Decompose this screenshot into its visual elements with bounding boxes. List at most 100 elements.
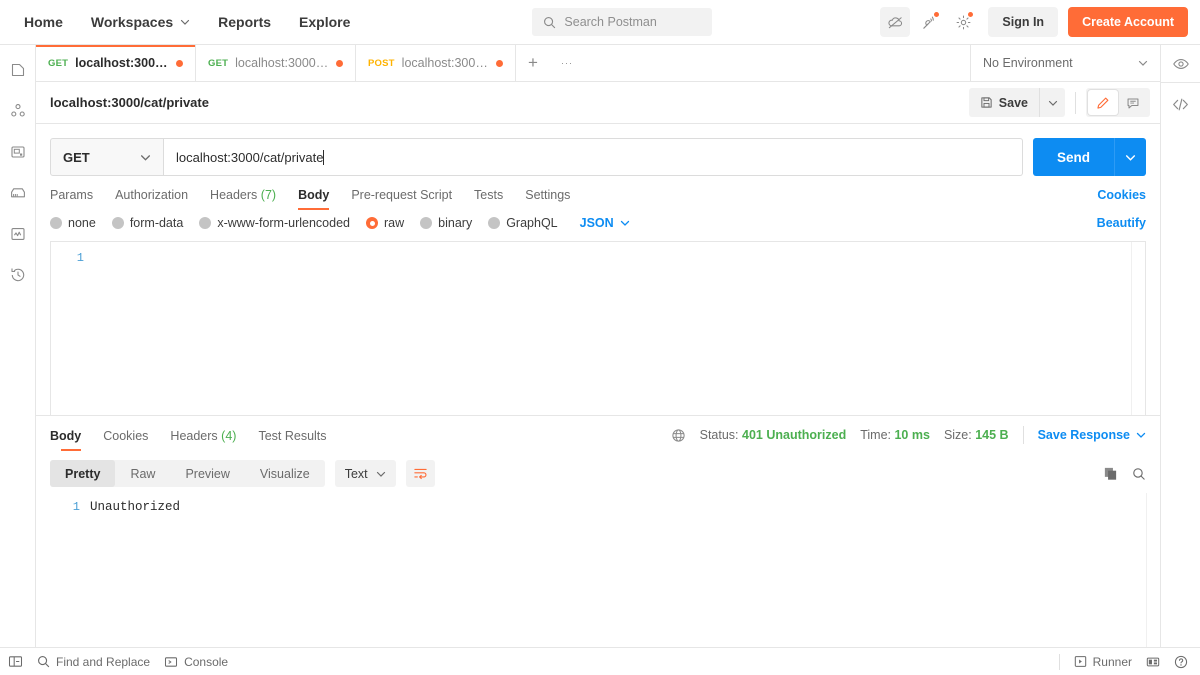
request-namebar: localhost:3000/cat/private Save <box>36 82 1160 124</box>
send-options-button[interactable] <box>1114 138 1146 176</box>
tab-authorization[interactable]: Authorization <box>104 188 199 210</box>
url-input[interactable]: localhost:3000/cat/private <box>164 138 1023 176</box>
request-body-editor[interactable]: 1 <box>50 241 1146 415</box>
sidebar-toggle-icon[interactable] <box>8 654 23 669</box>
apis-nodes-icon[interactable] <box>7 100 29 122</box>
view-mode-pretty[interactable]: Pretty <box>50 460 116 487</box>
cloud-offline-icon[interactable] <box>880 7 911 37</box>
nav-workspaces[interactable]: Workspaces <box>77 0 204 45</box>
copy-icon[interactable] <box>1103 466 1118 481</box>
chevron-down-icon <box>1138 58 1148 68</box>
body-type-urlencoded-label: x-www-form-urlencoded <box>217 216 350 230</box>
body-type-options: none form-data x-www-form-urlencoded raw <box>50 216 630 230</box>
search-box[interactable] <box>532 8 713 36</box>
word-wrap-icon[interactable] <box>405 460 435 487</box>
request-tab-1[interactable]: GET localhost:3000/ca... <box>36 45 196 81</box>
chevron-down-icon <box>1136 430 1146 440</box>
gear-icon[interactable] <box>948 7 978 37</box>
body-type-graphql-label: GraphQL <box>506 216 558 230</box>
runner-button[interactable]: Runner <box>1074 655 1132 669</box>
satellite-notifications-icon[interactable] <box>914 7 944 37</box>
search-input[interactable] <box>564 15 702 29</box>
globe-icon[interactable] <box>671 428 686 443</box>
response-view-modes: Pretty Raw Preview Visualize <box>50 460 325 487</box>
body-type-binary[interactable]: binary <box>420 216 472 230</box>
response-format-select[interactable]: Text <box>334 460 396 487</box>
monitor-graph-icon[interactable] <box>7 223 29 245</box>
plus-icon: + <box>528 53 538 72</box>
body-format-select[interactable]: JSON <box>580 216 630 230</box>
view-mode-visualize[interactable]: Visualize <box>245 460 325 487</box>
chevron-down-icon <box>180 17 190 27</box>
nav-home-label: Home <box>24 14 63 30</box>
nav-home[interactable]: Home <box>10 0 77 45</box>
body-type-raw[interactable]: raw <box>366 216 404 230</box>
request-tab-3[interactable]: POST localhost:3000/u... <box>356 45 516 81</box>
sign-in-button[interactable]: Sign In <box>988 7 1059 37</box>
request-tab-2[interactable]: GET localhost:3000/ca... <box>196 45 356 81</box>
request-editor-code[interactable] <box>93 242 1145 415</box>
request-tab-1-name: localhost:3000/ca... <box>75 56 169 70</box>
save-button[interactable]: Save <box>968 88 1039 117</box>
response-tab-cookies[interactable]: Cookies <box>92 429 159 451</box>
help-icon[interactable] <box>1174 655 1188 669</box>
response-body-viewer[interactable]: 1 Unauthorized <box>36 493 1160 647</box>
beautify-link[interactable]: Beautify <box>1097 216 1146 230</box>
eye-icon[interactable] <box>1172 45 1190 82</box>
search-icon[interactable] <box>1132 467 1146 481</box>
divider <box>1058 653 1060 670</box>
nav-explore[interactable]: Explore <box>285 0 364 45</box>
response-tab-body-label: Body <box>50 429 82 443</box>
nav-reports-label: Reports <box>218 14 272 30</box>
body-type-urlencoded[interactable]: x-www-form-urlencoded <box>199 216 350 230</box>
tab-body[interactable]: Body <box>287 188 340 210</box>
http-method-select[interactable]: GET <box>50 138 164 176</box>
cookies-link[interactable]: Cookies <box>1097 188 1146 210</box>
unsaved-dot-icon <box>336 59 343 67</box>
body-type-form-data[interactable]: form-data <box>111 216 183 230</box>
view-mode-raw[interactable]: Raw <box>115 460 170 487</box>
view-mode-preview[interactable]: Preview <box>170 460 244 487</box>
history-clock-icon[interactable] <box>7 264 29 286</box>
line-number: 1 <box>72 500 80 514</box>
response-tab-headers[interactable]: Headers (4) <box>159 429 247 451</box>
pencil-icon[interactable] <box>1088 90 1118 115</box>
save-response-button[interactable]: Save Response <box>1038 428 1146 442</box>
unsaved-dot-icon <box>496 59 503 67</box>
request-editor-scrollbar[interactable] <box>1131 242 1145 415</box>
response-tab-body[interactable]: Body <box>50 429 92 451</box>
unsaved-dot-icon <box>176 59 183 67</box>
tab-tests[interactable]: Tests <box>463 188 514 210</box>
comment-icon[interactable] <box>1118 90 1148 115</box>
request-tabstrip: GET localhost:3000/ca... GET localhost:3… <box>36 45 1160 82</box>
response-scrollbar[interactable] <box>1146 493 1160 647</box>
tabs-more-button[interactable]: ··· <box>550 45 584 81</box>
mock-server-icon[interactable] <box>7 182 29 204</box>
console-button[interactable]: Console <box>164 655 228 669</box>
main-area: GET localhost:3000/ca... GET localhost:3… <box>0 45 1200 647</box>
radio-icon <box>488 217 501 229</box>
runner-label: Runner <box>1092 654 1132 669</box>
send-button[interactable]: Send <box>1032 138 1114 176</box>
view-mode-raw-label: Raw <box>130 466 156 481</box>
new-tab-button[interactable]: + <box>516 45 550 81</box>
code-snippet-icon[interactable] <box>1171 83 1190 125</box>
tab-headers[interactable]: Headers (7) <box>199 188 287 210</box>
environments-icon[interactable] <box>7 141 29 163</box>
environment-selector[interactable]: No Environment <box>970 45 1160 81</box>
find-and-replace-button[interactable]: Find and Replace <box>37 655 150 669</box>
tab-pre-request-script[interactable]: Pre-request Script <box>340 188 463 210</box>
response-tab-test-results[interactable]: Test Results <box>247 429 337 451</box>
nav-reports[interactable]: Reports <box>204 0 285 45</box>
tab-params[interactable]: Params <box>50 188 104 210</box>
body-type-none[interactable]: none <box>50 216 96 230</box>
body-type-binary-label: binary <box>438 216 473 230</box>
save-options-button[interactable] <box>1039 88 1065 117</box>
create-account-button[interactable]: Create Account <box>1068 7 1188 37</box>
layout-grid-icon[interactable] <box>1146 655 1160 669</box>
body-type-graphql[interactable]: GraphQL <box>488 216 558 230</box>
status-bar: Find and Replace Console Runner <box>0 647 1200 675</box>
tab-settings[interactable]: Settings <box>514 188 581 210</box>
radio-icon <box>111 217 124 229</box>
collections-icon[interactable] <box>7 59 29 81</box>
